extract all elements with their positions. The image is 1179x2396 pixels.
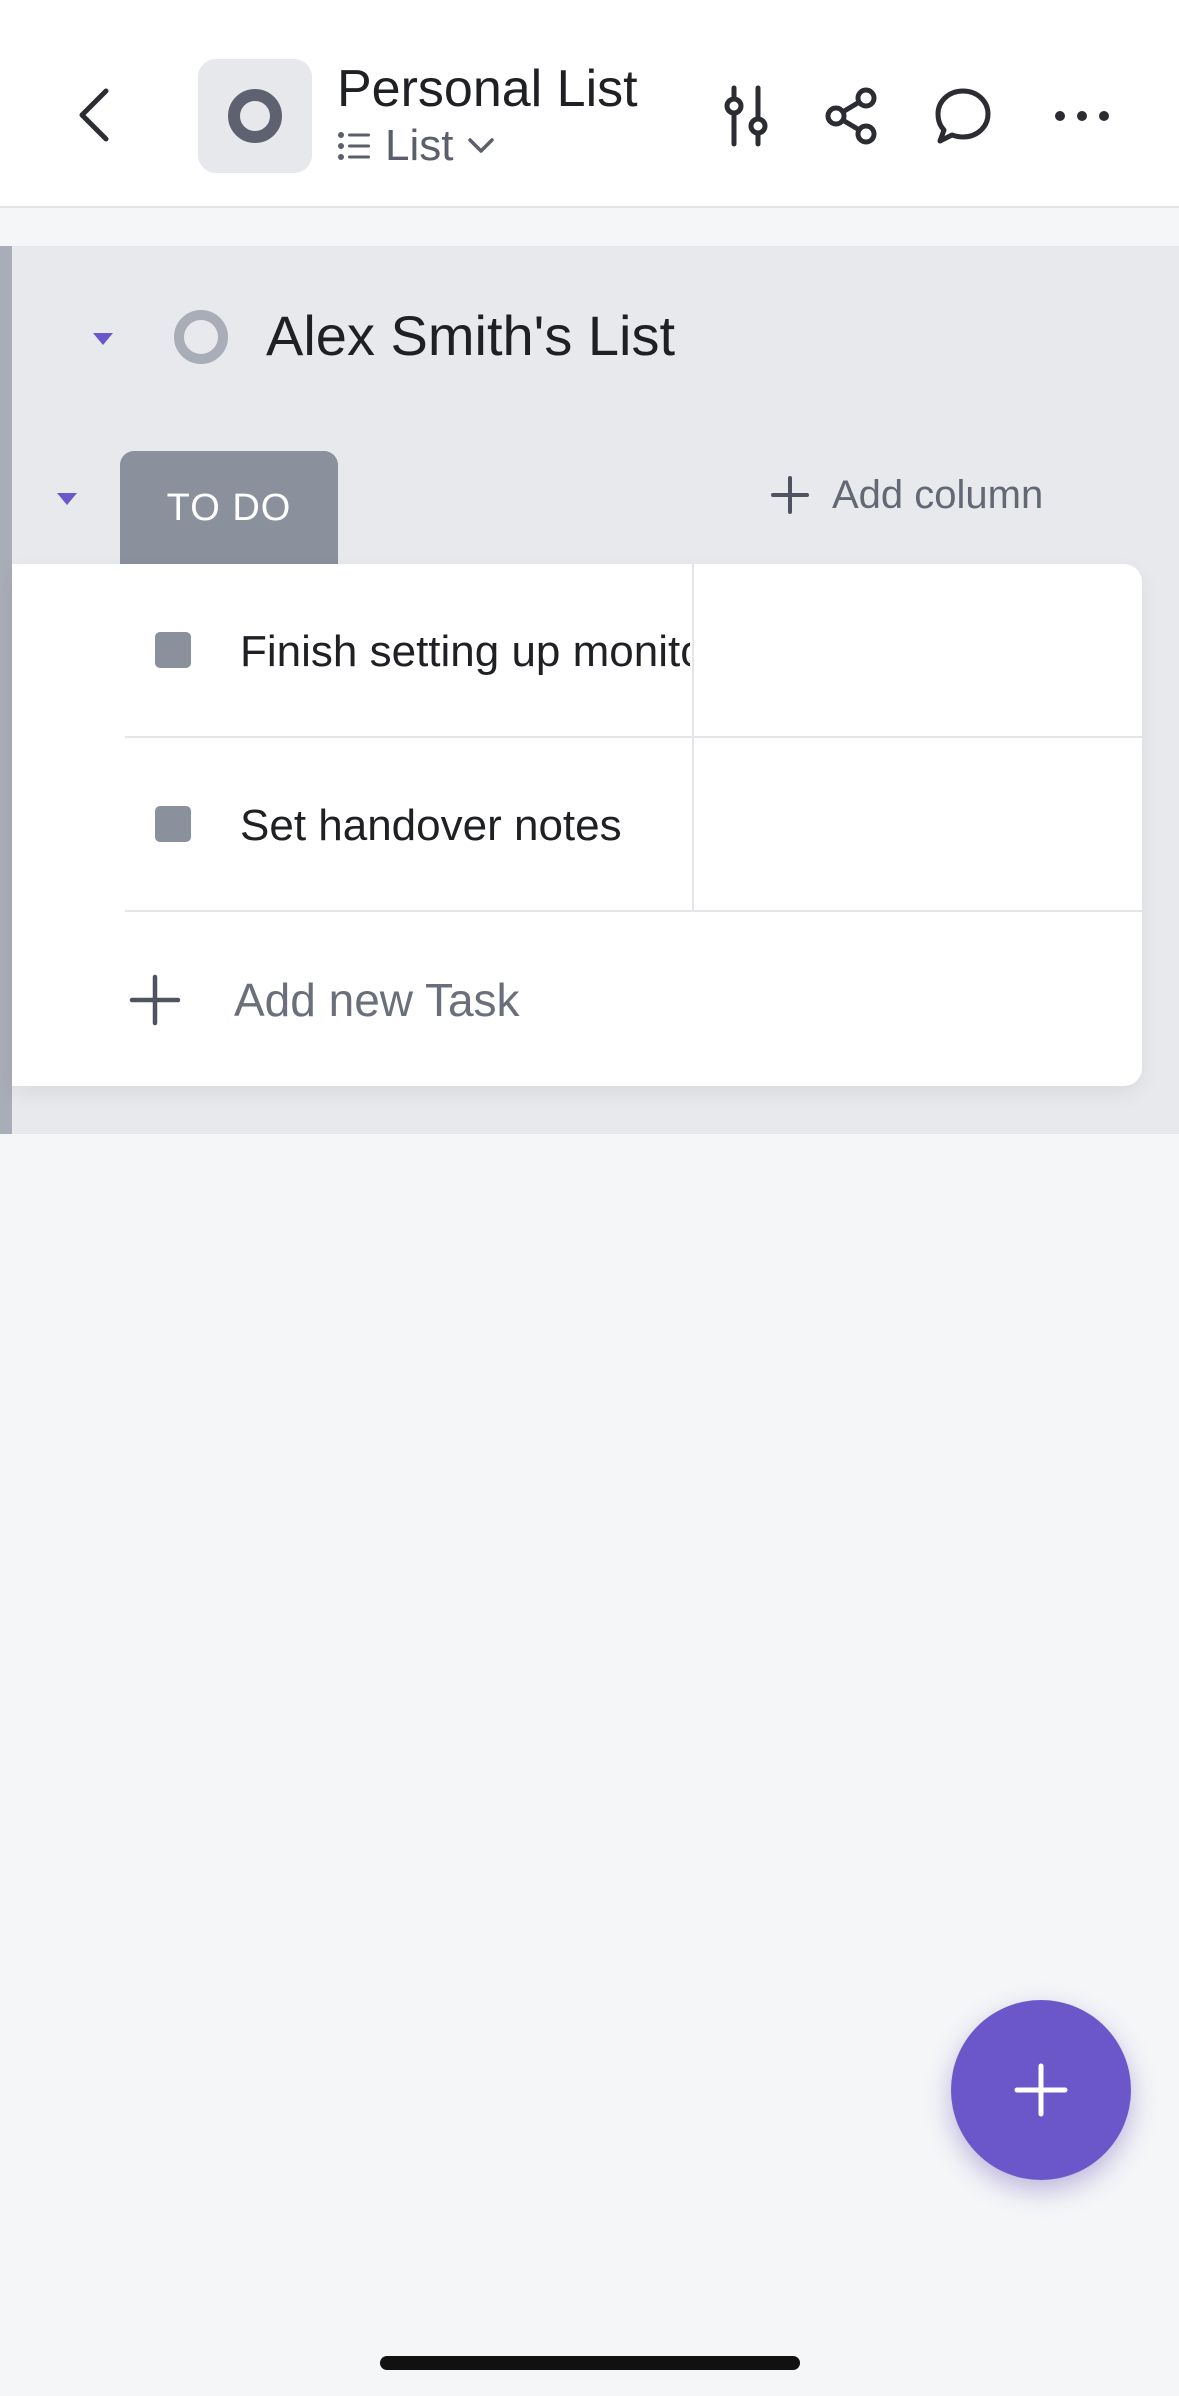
page-title: Personal List	[337, 60, 638, 118]
sliders-icon	[724, 85, 768, 147]
plus-icon	[771, 476, 809, 514]
add-column-button[interactable]: Add column	[770, 464, 1043, 526]
task-status-checkbox[interactable]	[155, 806, 191, 842]
home-indicator	[380, 2356, 800, 2370]
task-list: Finish setting up monitors Set handover …	[12, 564, 1142, 1086]
task-status-checkbox[interactable]	[155, 632, 191, 668]
share-button[interactable]	[813, 78, 889, 154]
list-group: Alex Smith's List TO DO Add column Finis…	[0, 246, 1179, 1134]
list-view-icon	[338, 132, 370, 160]
task-row[interactable]: Finish setting up monitors	[12, 564, 1142, 738]
group-title: Alex Smith's List	[266, 304, 676, 367]
list-status-icon[interactable]	[198, 59, 312, 173]
back-button[interactable]	[64, 80, 124, 150]
add-column-label: Add column	[832, 472, 1044, 517]
plus-icon	[1014, 2063, 1068, 2117]
status-tag-todo[interactable]: TO DO	[120, 451, 338, 571]
create-fab-button[interactable]	[951, 2000, 1131, 2180]
comments-button[interactable]	[925, 78, 1001, 154]
group-status-indicator	[172, 308, 230, 366]
add-task-label: Add new Task	[234, 974, 520, 1026]
chevron-down-icon	[468, 138, 495, 153]
circle-status-icon	[228, 89, 282, 143]
more-options-button[interactable]	[1044, 78, 1120, 154]
status-collapse-toggle[interactable]	[52, 486, 82, 512]
column-divider	[692, 564, 694, 738]
top-header: Personal List List	[0, 0, 1179, 208]
row-divider	[125, 910, 1142, 912]
task-name: Finish setting up monitors	[240, 627, 690, 676]
view-label: List	[385, 121, 454, 170]
group-collapse-toggle[interactable]	[88, 326, 118, 352]
chevron-left-icon	[79, 88, 109, 142]
circle-status-icon	[174, 310, 228, 364]
app-screen: Personal List List Alex Smith's List TO …	[0, 0, 1179, 2396]
caret-down-icon	[93, 333, 113, 345]
filter-button[interactable]	[708, 78, 784, 154]
share-icon	[825, 87, 877, 145]
plus-icon	[129, 974, 181, 1026]
chat-bubble-icon	[935, 88, 991, 144]
group-accent-bar	[0, 246, 12, 1134]
more-horizontal-icon	[1055, 111, 1109, 121]
caret-down-icon	[57, 493, 77, 505]
task-name: Set handover notes	[240, 801, 622, 850]
column-divider	[692, 738, 694, 912]
task-row[interactable]: Set handover notes	[12, 738, 1142, 912]
view-switcher[interactable]: List	[337, 120, 495, 172]
add-task-button[interactable]: Add new Task	[128, 964, 520, 1036]
